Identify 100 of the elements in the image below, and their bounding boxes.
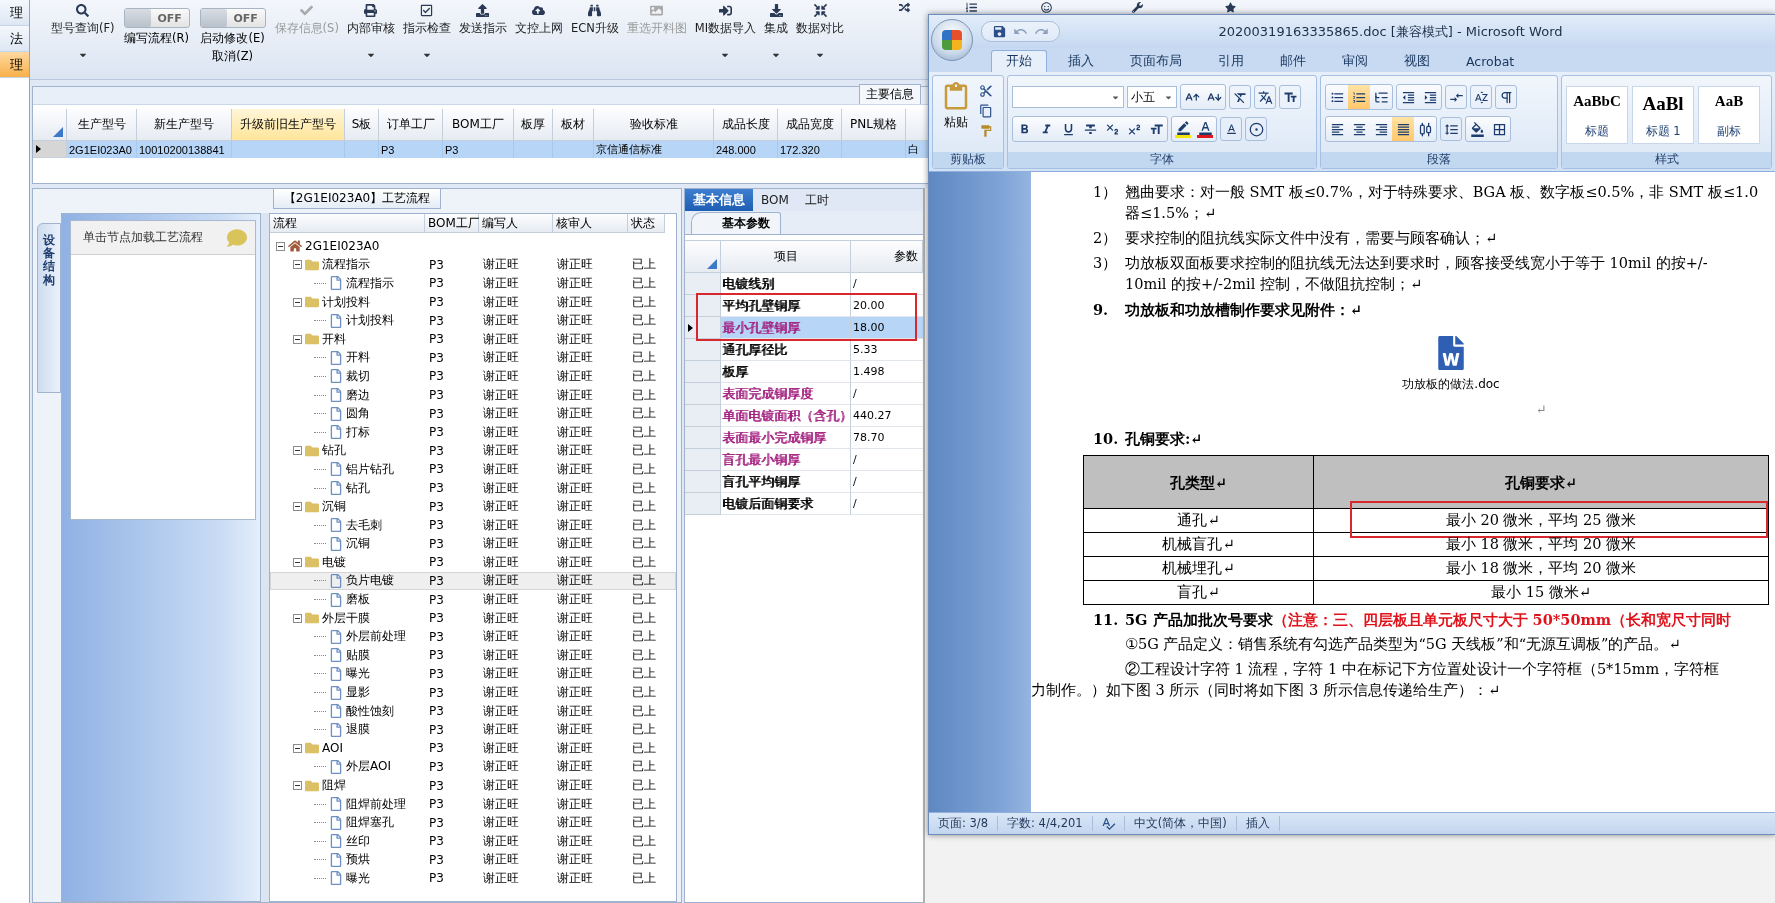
- collapse-toggle[interactable]: [293, 781, 302, 790]
- collapse-toggle[interactable]: [293, 613, 302, 623]
- status-item[interactable]: 中文(简体，中国): [1124, 816, 1237, 831]
- font-name-field[interactable]: [1012, 86, 1124, 108]
- tree-row[interactable]: 钻孔 P3 谢正旺 谢正旺 已上: [270, 441, 676, 461]
- sub-tab[interactable]: 基本参数: [691, 212, 781, 234]
- style-tile[interactable]: AaB 副标: [1698, 86, 1760, 144]
- tree-row[interactable]: 2G1EI023A0: [270, 237, 676, 256]
- ribbon-button[interactable]: [1254, 85, 1276, 109]
- column-header[interactable]: 项目: [721, 241, 851, 273]
- collapse-toggle[interactable]: [293, 334, 302, 344]
- office-button[interactable]: [931, 19, 973, 61]
- toolbar-button[interactable]: 内部审核: [343, 2, 398, 60]
- collapse-toggle[interactable]: [293, 297, 302, 307]
- ribbon-tab[interactable]: 开始: [991, 50, 1047, 72]
- tree-row[interactable]: 沉铜 P3 谢正旺 谢正旺 已上: [270, 534, 676, 554]
- tree-row[interactable]: 钻孔 P3 谢正旺 谢正旺 已上: [270, 478, 676, 498]
- font-size-field[interactable]: 小五: [1127, 86, 1177, 108]
- ribbon-button[interactable]: [1220, 117, 1242, 141]
- tree-row[interactable]: 酸性蚀刻 P3 谢正旺 谢正旺 已上: [270, 701, 676, 721]
- ribbon-button[interactable]: [1495, 85, 1517, 109]
- ribbon-tab[interactable]: 视图: [1389, 50, 1445, 72]
- tree-row[interactable]: 曝光 P3 谢正旺 谢正旺 已上: [270, 664, 676, 684]
- tree-row[interactable]: 磨边 P3 谢正旺 谢正旺 已上: [270, 385, 676, 405]
- status-item[interactable]: 插入: [1236, 816, 1280, 831]
- column-header[interactable]: 板材: [553, 109, 594, 141]
- attachment-name[interactable]: 功放板的做法.doc: [1402, 374, 1500, 395]
- ribbon-button[interactable]: [1348, 85, 1370, 109]
- ribbon-tab[interactable]: 页面布局: [1115, 50, 1197, 72]
- tree-row[interactable]: 贴膜 P3 谢正旺 谢正旺 已上: [270, 646, 676, 665]
- column-header[interactable]: 订单工厂: [379, 109, 443, 141]
- tab[interactable]: BOM: [753, 189, 797, 211]
- tree-row[interactable]: 显影 P3 谢正旺 谢正旺 已上: [270, 683, 676, 702]
- tree-row[interactable]: 电镀 P3 谢正旺 谢正旺 已上: [270, 553, 676, 572]
- column-header[interactable]: PNL规格: [842, 109, 906, 141]
- ribbon-tab[interactable]: 审阅: [1327, 50, 1383, 72]
- tree-row[interactable]: 负片电镀 P3 谢正旺 谢正旺 已上: [270, 571, 676, 591]
- style-tile[interactable]: AaBl 标题 1: [1632, 86, 1694, 144]
- side-tab[interactable]: 设备结构: [37, 223, 61, 393]
- collapse-toggle[interactable]: [276, 241, 285, 251]
- tree-row[interactable]: 外层前处理 P3 谢正旺 谢正旺 已上: [270, 627, 676, 647]
- column-header[interactable]: 编写人: [479, 214, 553, 233]
- tree-row[interactable]: 阻焊前处理 P3 谢正旺 谢正旺 已上: [270, 794, 676, 814]
- collapse-toggle[interactable]: [293, 260, 302, 270]
- toolbar-button[interactable]: 指示检查: [399, 2, 454, 60]
- column-header[interactable]: BOM工厂: [425, 214, 479, 233]
- tree-row[interactable]: 预烘 P3 谢正旺 谢正旺 已上: [270, 850, 676, 870]
- tree-row[interactable]: 退膜 P3 谢正旺 谢正旺 已上: [270, 720, 676, 740]
- toolbar-button[interactable]: 型号查询(F): [48, 2, 118, 60]
- column-header[interactable]: 成品宽度: [778, 109, 842, 141]
- tree-row[interactable]: 丝印 P3 谢正旺 谢正旺 已上: [270, 832, 676, 851]
- toolbar-button[interactable]: MI数据导入: [691, 2, 760, 60]
- tree-row[interactable]: 裁切 P3 谢正旺 谢正旺 已上: [270, 367, 676, 386]
- tree-row[interactable]: 磨板 P3 谢正旺 谢正旺 已上: [270, 590, 676, 609]
- status-item[interactable]: 字数: 4/4,201: [998, 816, 1093, 831]
- ribbon-button[interactable]: [1279, 85, 1301, 109]
- ribbon-tab[interactable]: 插入: [1053, 50, 1109, 72]
- tab[interactable]: 基本信息: [685, 189, 753, 211]
- nav-item[interactable]: 法: [0, 26, 29, 52]
- tab[interactable]: 工时: [796, 189, 837, 211]
- collapse-toggle[interactable]: [293, 446, 302, 456]
- style-tile[interactable]: AaBbC 标题: [1566, 86, 1628, 144]
- nav-item[interactable]: 理: [0, 0, 29, 26]
- collapse-toggle[interactable]: [293, 502, 302, 512]
- ribbon-button[interactable]: [1229, 85, 1251, 109]
- column-header[interactable]: 板厚: [514, 109, 553, 141]
- tree-row[interactable]: 去毛刺 P3 谢正旺 谢正旺 已上: [270, 515, 676, 535]
- toolbar-button[interactable]: 文控上网: [511, 2, 566, 36]
- nav-item[interactable]: 理: [0, 52, 29, 78]
- column-header[interactable]: 生产型号: [67, 109, 137, 141]
- ribbon-tab[interactable]: 引用: [1203, 50, 1259, 72]
- tree-row[interactable]: 流程指示 P3 谢正旺 谢正旺 已上: [270, 274, 676, 293]
- column-header[interactable]: 成品长度: [714, 109, 778, 141]
- ribbon-button[interactable]: [1445, 85, 1467, 109]
- column-header[interactable]: 流程: [270, 214, 425, 233]
- tree-row[interactable]: 阻焊塞孔 P3 谢正旺 谢正旺 已上: [270, 813, 676, 832]
- tree-row[interactable]: 开料 P3 谢正旺 谢正旺 已上: [270, 348, 676, 368]
- ribbon-button[interactable]: [1470, 85, 1492, 109]
- tree-row[interactable]: 铝片钻孔 P3 谢正旺 谢正旺 已上: [270, 460, 676, 479]
- toolbar-button[interactable]: 集成: [761, 2, 792, 60]
- column-header[interactable]: 升级前旧生产型号: [232, 109, 345, 141]
- tree-row[interactable]: 流程指示 P3 谢正旺 谢正旺 已上: [270, 255, 676, 275]
- tree-row[interactable]: AOI P3 谢正旺 谢正旺 已上: [270, 739, 676, 758]
- tree-row[interactable]: 计划投料 P3 谢正旺 谢正旺 已上: [270, 292, 676, 312]
- ribbon-button[interactable]: [1245, 117, 1267, 141]
- toolbar-button[interactable]: 发送指示: [455, 2, 510, 36]
- tree-row[interactable]: 沉铜 P3 谢正旺 谢正旺 已上: [270, 497, 676, 516]
- column-header[interactable]: 状态: [628, 214, 665, 233]
- status-item[interactable]: 页面: 3/8: [929, 816, 999, 831]
- tree-row[interactable]: 打标 P3 谢正旺 谢正旺 已上: [270, 422, 676, 442]
- column-header[interactable]: 验收标准: [594, 109, 714, 141]
- column-header[interactable]: 参数: [851, 241, 923, 273]
- column-header[interactable]: 新生产型号: [137, 109, 232, 141]
- ribbon-tab[interactable]: Acrobat: [1451, 50, 1530, 72]
- tree-row[interactable]: 开料 P3 谢正旺 谢正旺 已上: [270, 329, 676, 349]
- panel-tab[interactable]: 主要信息: [859, 84, 921, 104]
- ribbon-button[interactable]: [1392, 117, 1414, 141]
- tree-row[interactable]: 计划投料 P3 谢正旺 谢正旺 已上: [270, 311, 676, 330]
- column-header[interactable]: BOM工厂: [443, 109, 514, 141]
- toolbar-button[interactable]: 数据对比: [793, 2, 848, 60]
